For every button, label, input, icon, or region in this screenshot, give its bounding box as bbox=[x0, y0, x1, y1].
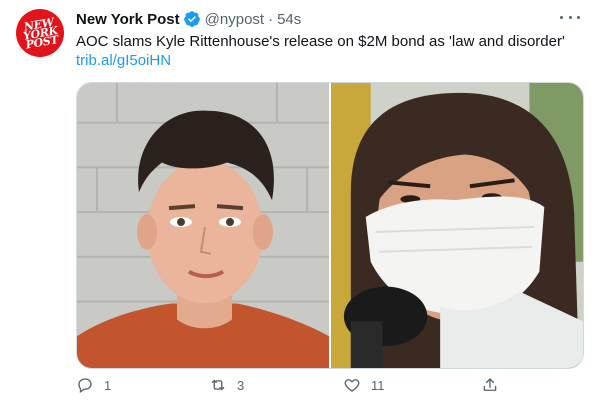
tweet-link[interactable]: trib.al/gI5oiHN bbox=[76, 51, 171, 71]
media-container[interactable] bbox=[76, 82, 584, 369]
tweet-actions: 1 3 11 bbox=[76, 376, 516, 400]
new-york-post-logo: NEW YORK POST bbox=[21, 15, 59, 52]
reply-icon bbox=[76, 376, 94, 394]
avatar[interactable]: NEW YORK POST bbox=[16, 9, 64, 57]
display-name[interactable]: New York Post bbox=[76, 11, 180, 28]
tweet-text: AOC slams Kyle Rittenhouse's release on … bbox=[76, 33, 565, 50]
reply-count: 1 bbox=[104, 377, 112, 393]
more-icon[interactable] bbox=[560, 10, 580, 24]
like-button[interactable]: 11 bbox=[343, 376, 385, 394]
share-icon bbox=[481, 376, 499, 394]
tweet[interactable]: NEW YORK POST New York Post @nypost · 54… bbox=[0, 0, 598, 408]
handle[interactable]: @nypost bbox=[205, 11, 264, 28]
timestamp[interactable]: 54s bbox=[277, 11, 301, 28]
reply-button[interactable]: 1 bbox=[76, 376, 111, 394]
tweet-header: New York Post @nypost · 54s bbox=[76, 10, 301, 28]
share-button[interactable] bbox=[481, 376, 499, 394]
like-icon bbox=[343, 376, 361, 394]
verified-badge-icon bbox=[183, 10, 201, 28]
like-count: 11 bbox=[371, 377, 385, 393]
retweet-icon bbox=[209, 376, 227, 394]
retweet-count: 3 bbox=[237, 377, 245, 393]
retweet-button[interactable]: 3 bbox=[209, 376, 244, 394]
media-photo-right[interactable] bbox=[331, 83, 583, 368]
separator-dot: · bbox=[268, 10, 274, 28]
media-photo-left[interactable] bbox=[77, 83, 329, 368]
